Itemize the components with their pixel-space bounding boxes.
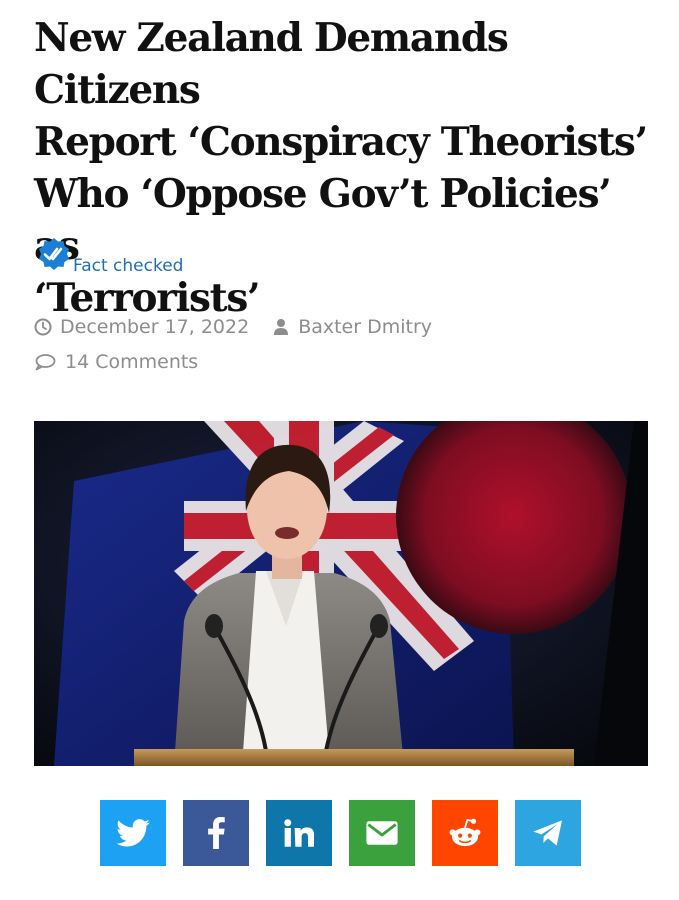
share-bar — [100, 800, 581, 866]
title-line: Report ‘Conspiracy Theorists’ — [34, 119, 648, 165]
linkedin-in-icon — [284, 819, 314, 847]
reddit-alien-icon — [449, 818, 481, 847]
share-email-button[interactable] — [349, 800, 415, 866]
share-twitter-button[interactable] — [100, 800, 166, 866]
facebook-f-icon — [208, 817, 225, 849]
user-icon — [274, 319, 289, 335]
comments-count[interactable]: 14 Comments — [65, 351, 198, 373]
fact-check-badge[interactable]: Fact checked — [36, 236, 236, 278]
double-check-icon — [39, 238, 69, 270]
comments-meta[interactable]: 14 Comments — [34, 348, 198, 376]
share-linkedin-button[interactable] — [266, 800, 332, 866]
comment-icon — [35, 354, 56, 371]
envelope-icon — [366, 821, 398, 845]
twitter-bird-icon — [116, 819, 150, 847]
post-date: December 17, 2022 — [60, 316, 250, 338]
post-author[interactable]: Baxter Dmitry — [298, 316, 432, 338]
clock-icon — [34, 318, 52, 336]
share-reddit-button[interactable] — [432, 800, 498, 866]
title-line: New Zealand Demands Citizens — [34, 15, 509, 113]
press-conference-photo — [34, 421, 648, 766]
post-meta: December 17, 2022 Baxter Dmitry — [34, 313, 432, 341]
paper-plane-icon — [533, 820, 562, 846]
hero-image — [34, 421, 648, 766]
fact-check-link[interactable]: Fact checked — [73, 256, 183, 276]
share-facebook-button[interactable] — [183, 800, 249, 866]
share-telegram-button[interactable] — [515, 800, 581, 866]
